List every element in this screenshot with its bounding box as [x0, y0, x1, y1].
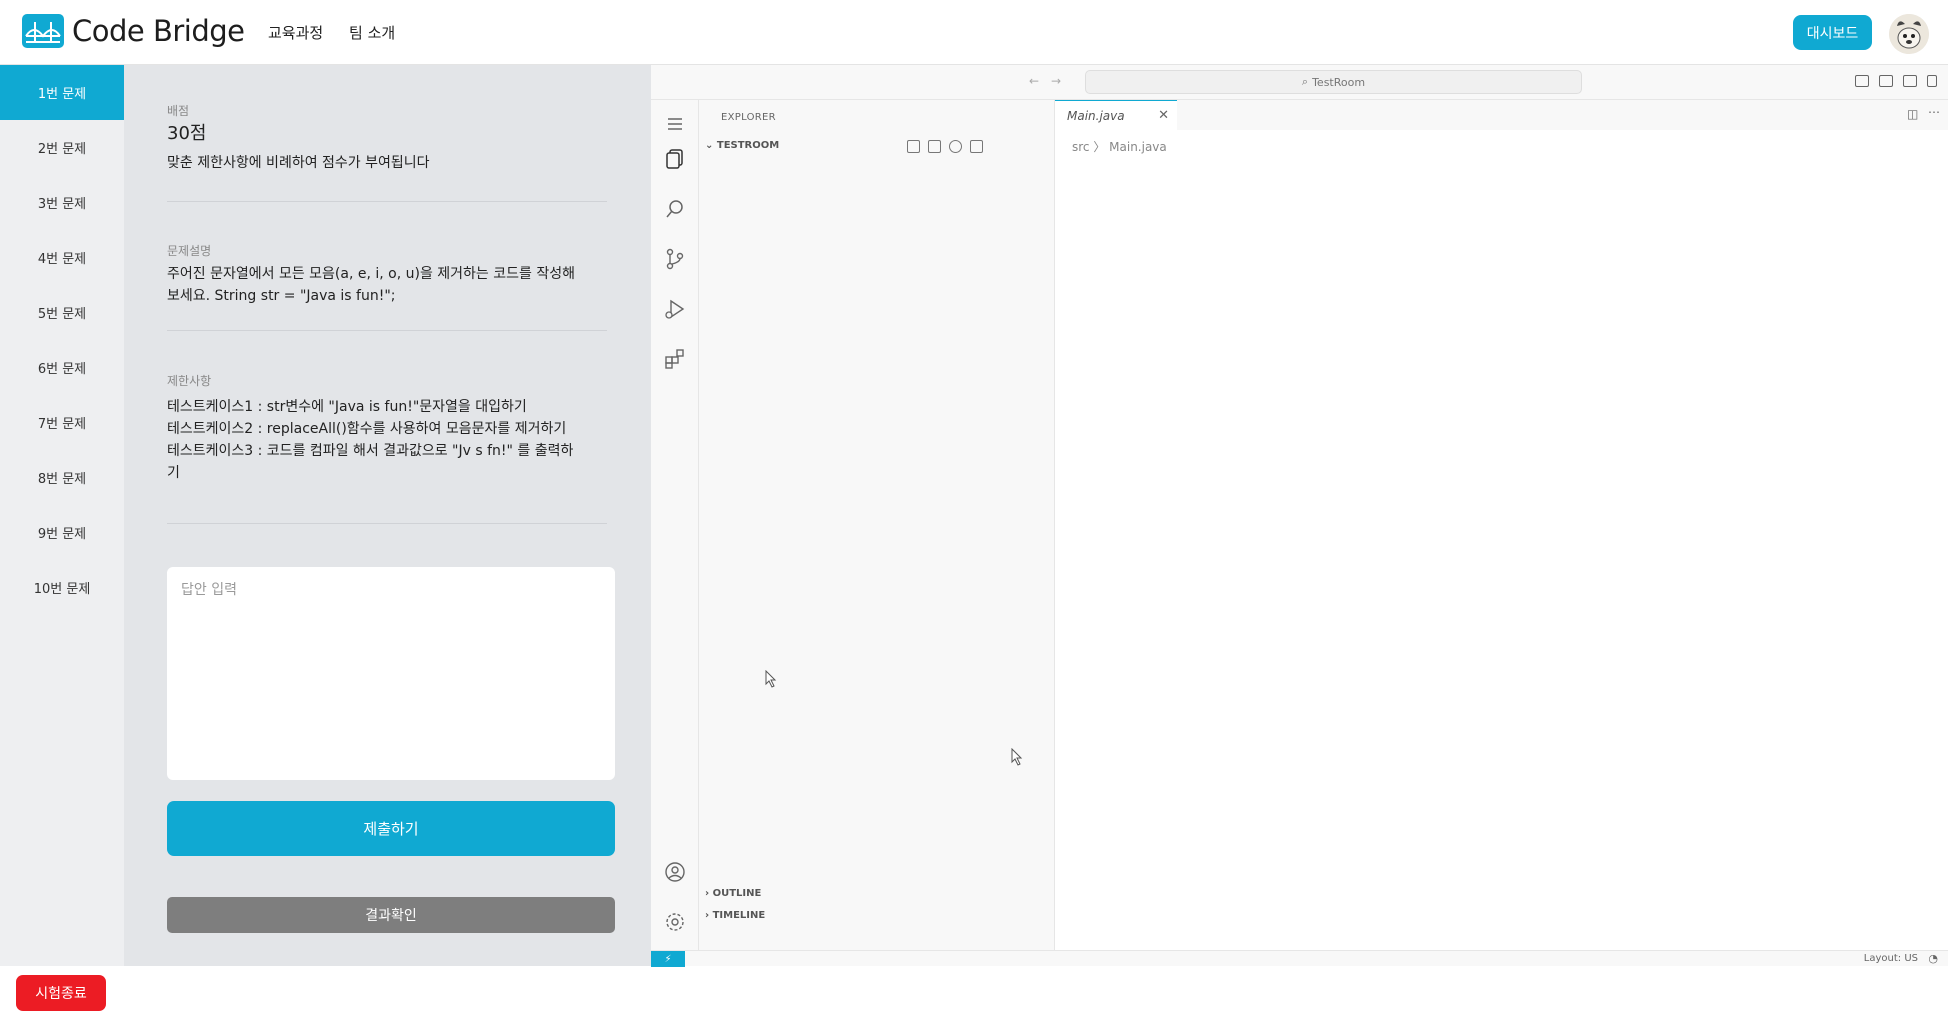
top-navigation-bar: Code Bridge 교육과정 팀 소개 대시보드 — [0, 0, 1948, 65]
limit-2: 테스트케이스2 : replaceAll()함수를 사용하여 모음문자를 제거하… — [167, 421, 567, 437]
chevron-down-icon: ⌄ — [705, 140, 717, 151]
ide-title-bar: ← → ⌕ TestRoom — [651, 65, 1948, 100]
toggle-sidebar-icon[interactable] — [1855, 75, 1869, 87]
divider — [167, 330, 607, 331]
question-tab-2[interactable]: 2번 문제 — [0, 120, 124, 175]
question-tab-7[interactable]: 7번 문제 — [0, 395, 124, 450]
forward-arrow-icon[interactable]: → — [1051, 74, 1061, 88]
question-sidebar: 1번 문제 2번 문제 3번 문제 4번 문제 5번 문제 6번 문제 7번 문… — [0, 65, 124, 1011]
divider — [167, 523, 607, 524]
question-tab-3[interactable]: 3번 문제 — [0, 175, 124, 230]
run-debug-icon[interactable] — [663, 297, 687, 321]
limit-1: 테스트케이스1 : str변수에 "Java is fun!"문자열을 대입하기 — [167, 399, 527, 415]
outline-section[interactable]: › OUTLINE — [705, 888, 761, 899]
explorer-icon[interactable] — [663, 147, 687, 171]
notifications-icon[interactable]: ◔ — [1928, 952, 1938, 965]
toggle-panel-icon[interactable] — [1879, 75, 1893, 87]
accounts-icon[interactable] — [663, 860, 687, 884]
score-label: 배점 — [167, 104, 190, 118]
gear-icon[interactable] — [663, 910, 687, 934]
more-actions-icon[interactable]: ⋯ — [1928, 105, 1940, 119]
question-tab-4[interactable]: 4번 문제 — [0, 230, 124, 285]
search-icon: ⌕ — [1301, 75, 1309, 88]
root-folder-label: TESTROOM — [716, 140, 780, 151]
description-line-2: 보세요. String str = "Java is fun!"; — [167, 288, 396, 304]
mouse-cursor-icon — [1011, 748, 1023, 766]
close-icon[interactable]: ✕ — [1158, 108, 1169, 123]
mouse-cursor-icon — [765, 670, 777, 688]
limit-3: 테스트케이스3 : 코드를 컴파일 해서 결과값으로 "Jv s fn!" 를 … — [167, 443, 574, 459]
tab-main-java[interactable]: Main.java ✕ — [1055, 100, 1177, 130]
editor-area[interactable]: src 〉 Main.java — [1055, 130, 1948, 950]
question-tab-6[interactable]: 6번 문제 — [0, 340, 124, 395]
timeline-label: TIMELINE — [712, 910, 766, 921]
logo[interactable]: Code Bridge — [22, 14, 245, 48]
command-center-text: TestRoom — [1312, 75, 1366, 89]
back-arrow-icon[interactable]: ← — [1029, 74, 1039, 88]
chevron-right-icon: › — [705, 910, 713, 921]
toggle-secondary-sidebar-icon[interactable] — [1903, 75, 1917, 87]
timeline-section[interactable]: › TIMELINE — [705, 910, 765, 921]
avatar[interactable] — [1889, 14, 1929, 54]
nav-curriculum[interactable]: 교육과정 — [268, 22, 323, 43]
dashboard-button[interactable]: 대시보드 — [1793, 15, 1872, 50]
refresh-icon[interactable] — [949, 140, 962, 153]
divider — [167, 201, 607, 202]
explorer-title: EXPLORER — [721, 112, 776, 123]
chevron-right-icon: › — [705, 888, 713, 899]
extensions-icon[interactable] — [663, 347, 687, 371]
problem-panel: 배점 30점 맞춘 제한사항에 비례하여 점수가 부여됩니다 문제설명 주어진 … — [124, 65, 651, 966]
split-editor-icon[interactable]: ◫ — [1907, 107, 1918, 121]
menu-icon[interactable] — [663, 112, 687, 136]
nav-team[interactable]: 팀 소개 — [349, 22, 395, 43]
question-tab-5[interactable]: 5번 문제 — [0, 285, 124, 340]
editor-tabs: Main.java ✕ ◫ ⋯ — [1055, 100, 1948, 130]
tab-label: Main.java — [1067, 108, 1125, 123]
code-editor-panel: ← → ⌕ TestRoom EXPLORER ⌄ TESTROOM › OUT… — [651, 65, 1948, 967]
question-tab-8[interactable]: 8번 문제 — [0, 450, 124, 505]
answer-input[interactable] — [167, 567, 615, 780]
command-center-search[interactable]: ⌕ TestRoom — [1085, 70, 1582, 94]
new-folder-icon[interactable] — [928, 140, 941, 153]
explorer-sidebar: EXPLORER ⌄ TESTROOM › OUTLINE › TIMELINE — [699, 100, 1055, 950]
score-value: 30점 — [167, 123, 207, 144]
status-bar: ⚡ Layout: US ◔ — [651, 950, 1948, 967]
new-file-icon[interactable] — [907, 140, 920, 153]
question-tab-9[interactable]: 9번 문제 — [0, 505, 124, 560]
remote-indicator-icon[interactable]: ⚡ — [651, 951, 685, 967]
description-label: 문제설명 — [167, 244, 212, 258]
logo-text: Code Bridge — [72, 14, 245, 48]
limits-label: 제한사항 — [167, 374, 212, 388]
question-tab-10[interactable]: 10번 문제 — [0, 560, 124, 615]
submit-button[interactable]: 제출하기 — [167, 801, 615, 856]
end-exam-button[interactable]: 시험종료 — [16, 975, 106, 1011]
explorer-toolbar — [907, 140, 983, 153]
activity-bar — [651, 100, 699, 950]
breadcrumb[interactable]: src 〉 Main.java — [1072, 138, 1167, 155]
explorer-root-folder[interactable]: ⌄ TESTROOM — [705, 140, 779, 151]
bridge-logo-icon — [22, 14, 64, 48]
collapse-all-icon[interactable] — [970, 140, 983, 153]
limit-3-wrap: 기 — [167, 465, 180, 481]
check-result-button[interactable]: 결과확인 — [167, 897, 615, 933]
outline-label: OUTLINE — [712, 888, 762, 899]
keyboard-layout-status[interactable]: Layout: US — [1864, 953, 1918, 964]
source-control-icon[interactable] — [663, 247, 687, 271]
question-tab-1[interactable]: 1번 문제 — [0, 65, 124, 120]
customize-layout-icon[interactable] — [1927, 75, 1937, 87]
description-line-1: 주어진 문자열에서 모든 모음(a, e, i, o, u)을 제거하는 코드를… — [167, 266, 575, 282]
score-description: 맞춘 제한사항에 비례하여 점수가 부여됩니다 — [167, 155, 430, 171]
search-icon[interactable] — [663, 197, 687, 221]
